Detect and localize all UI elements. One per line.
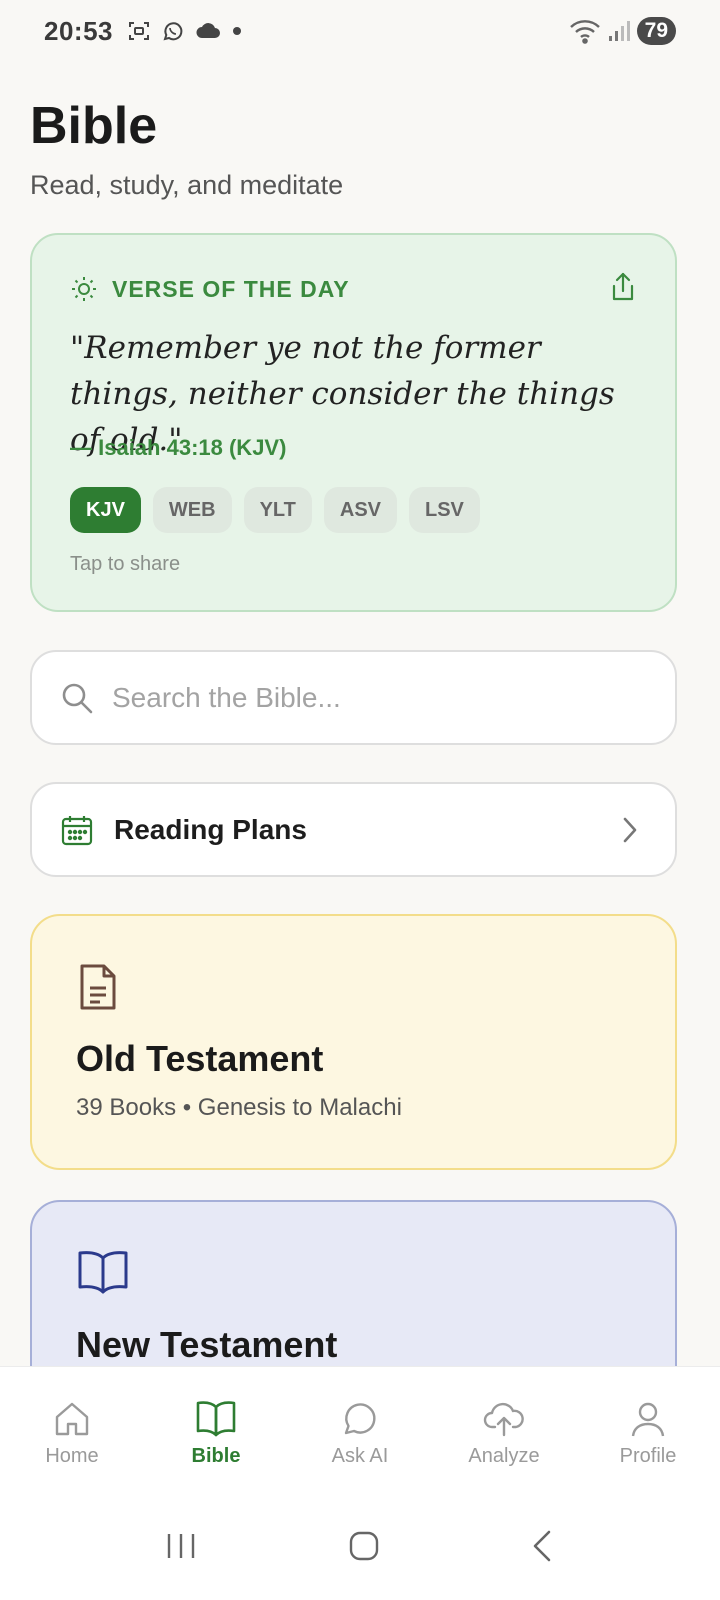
- wifi-icon: [569, 20, 600, 44]
- nav-profile-label: Profile: [619, 1445, 677, 1467]
- new-testament-title: New Testament: [76, 1324, 338, 1365]
- signal-icon: [608, 21, 630, 41]
- screenshot-icon: [129, 22, 149, 40]
- page-title: Bible: [30, 97, 158, 155]
- search-bar[interactable]: [30, 650, 677, 745]
- status-notification-icons: [127, 19, 243, 43]
- status-bar: 20:53 79: [0, 0, 720, 62]
- translation-chip-lsv[interactable]: LSV: [409, 487, 480, 533]
- system-navigation-bar: [0, 1491, 720, 1600]
- search-input[interactable]: [112, 681, 632, 714]
- verse-of-the-day-label: VERSE OF THE DAY: [112, 275, 350, 302]
- sun-icon: [72, 277, 96, 301]
- home-button-icon[interactable]: [346, 1528, 382, 1564]
- book-icon: [196, 1401, 236, 1437]
- chat-icon: [344, 1403, 376, 1435]
- person-icon: [631, 1402, 665, 1437]
- status-system-icons: 79: [569, 17, 676, 45]
- verse-of-the-day-card[interactable]: VERSE OF THE DAY "Remember ye not the fo…: [30, 233, 677, 612]
- nav-ask-ai-label: Ask AI: [331, 1445, 389, 1467]
- nav-bible-label: Bible: [191, 1445, 241, 1467]
- calendar-icon: [61, 815, 93, 845]
- battery-indicator: 79: [636, 17, 676, 45]
- verse-reference: — Isaiah 43:18 (KJV): [70, 435, 287, 460]
- reading-plans-label: Reading Plans: [114, 813, 307, 845]
- whatsapp-icon: [163, 22, 183, 41]
- cloud-icon: [196, 23, 220, 38]
- nav-analyze-label: Analyze: [468, 1445, 540, 1467]
- translation-chip-asv[interactable]: ASV: [323, 487, 397, 533]
- nav-analyze[interactable]: Analyze: [432, 1367, 576, 1491]
- nav-home[interactable]: Home: [0, 1367, 144, 1491]
- translation-chip-kjv[interactable]: KJV: [70, 487, 141, 533]
- chevron-right-icon: [623, 817, 637, 842]
- open-book-icon: [78, 1251, 128, 1294]
- cloud-upload-icon: [483, 1402, 524, 1437]
- nav-bible[interactable]: Bible: [144, 1367, 288, 1491]
- reading-plans-button[interactable]: Reading Plans: [30, 782, 677, 877]
- bottom-navigation: Home Bible Ask AI Analyze Profile: [0, 1366, 720, 1600]
- page-subtitle: Read, study, and meditate: [30, 170, 344, 200]
- nav-home-label: Home: [45, 1445, 99, 1467]
- share-verse-button[interactable]: [609, 271, 637, 308]
- translation-selector: KJV WEB YLT ASV LSV: [70, 487, 480, 533]
- dot-icon: [233, 27, 241, 35]
- translation-chip-ylt[interactable]: YLT: [243, 487, 312, 533]
- share-icon: [612, 272, 634, 301]
- old-testament-card[interactable]: Old Testament 39 Books • Genesis to Mala…: [30, 914, 677, 1170]
- nav-profile[interactable]: Profile: [576, 1367, 720, 1491]
- document-icon: [80, 964, 116, 1010]
- search-icon: [62, 683, 93, 713]
- old-testament-title: Old Testament: [76, 1038, 324, 1079]
- recent-apps-icon[interactable]: [163, 1530, 199, 1562]
- tap-to-share-hint: Tap to share: [70, 553, 181, 575]
- home-icon: [55, 1402, 89, 1436]
- status-time: 20:53: [44, 15, 113, 46]
- translation-chip-web[interactable]: WEB: [152, 487, 232, 533]
- verse-of-the-day-header: VERSE OF THE DAY: [70, 275, 350, 303]
- back-icon[interactable]: [529, 1528, 557, 1564]
- nav-ask-ai[interactable]: Ask AI: [288, 1367, 432, 1491]
- old-testament-subtitle: 39 Books • Genesis to Malachi: [76, 1094, 402, 1121]
